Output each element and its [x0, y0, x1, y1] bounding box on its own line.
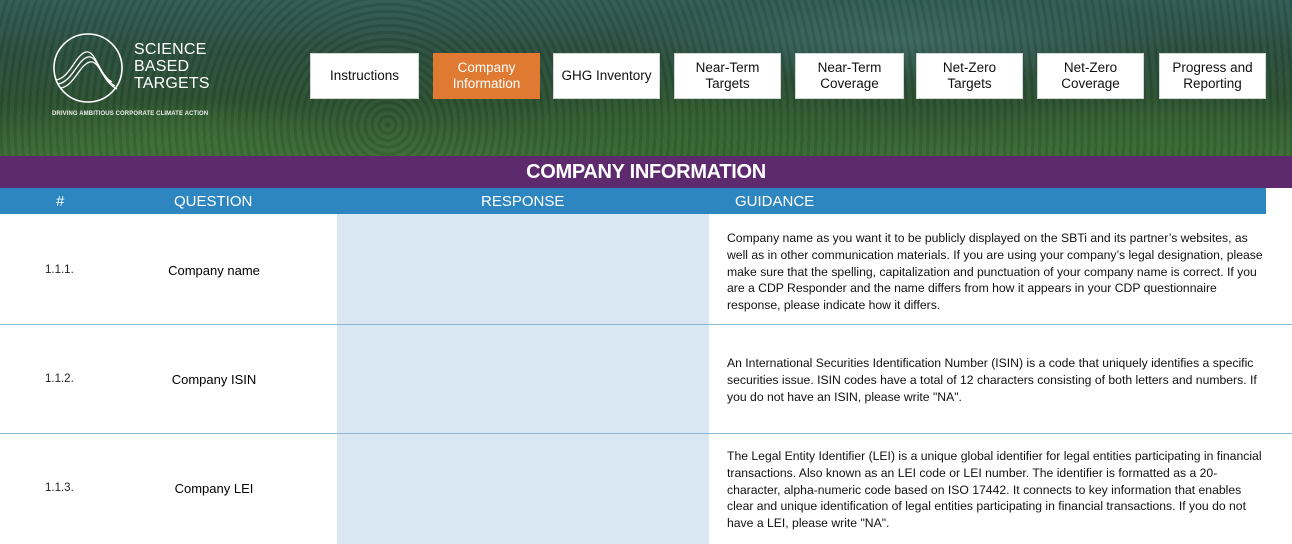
nav-near-term-targets-button[interactable]: Near-Term Targets	[674, 53, 781, 99]
column-header-response: RESPONSE	[481, 193, 565, 210]
row-guidance: The Legal Entity Identifier (LEI) is a u…	[727, 449, 1262, 531]
nav-instructions-button[interactable]: Instructions	[310, 53, 419, 99]
nav-near-term-coverage-button[interactable]: Near-Term Coverage	[795, 53, 904, 99]
row-guidance: An International Securities Identificati…	[727, 356, 1257, 404]
logo-line-2: BASED	[134, 58, 190, 75]
sbti-logo-icon	[53, 33, 123, 103]
table-row: 1.1.3. Company LEI The Legal Entity Iden…	[0, 434, 1292, 544]
logo-line-3: TARGETS	[134, 75, 210, 92]
logo-wordmark: SCIENCE BASED TARGETS	[134, 41, 210, 92]
nav-ghg-inventory-button[interactable]: GHG Inventory	[553, 53, 660, 99]
logo-tagline: DRIVING AMBITIOUS CORPORATE CLIMATE ACTI…	[52, 111, 209, 117]
nav-net-zero-coverage-button[interactable]: Net-Zero Coverage	[1037, 53, 1144, 99]
row-question: Company name	[168, 263, 260, 278]
logo-line-1: SCIENCE	[134, 41, 207, 58]
header-banner: SCIENCE BASED TARGETS DRIVING AMBITIOUS …	[0, 0, 1292, 156]
nav-net-zero-targets-button[interactable]: Net-Zero Targets	[916, 53, 1023, 99]
column-header-guidance: GUIDANCE	[735, 193, 815, 210]
response-cell[interactable]	[337, 434, 709, 544]
table-row: 1.1.1. Company name Company name as you …	[0, 214, 1292, 325]
response-cell[interactable]	[337, 214, 709, 324]
column-header-bar: # QUESTION RESPONSE GUIDANCE	[0, 188, 1266, 214]
nav-progress-and-reporting-button[interactable]: Progress and Reporting	[1159, 53, 1266, 99]
sbti-logo[interactable]: SCIENCE BASED TARGETS DRIVING AMBITIOUS …	[52, 32, 222, 122]
row-number: 1.1.2.	[45, 373, 74, 385]
row-number: 1.1.1.	[45, 264, 74, 276]
response-cell[interactable]	[337, 325, 709, 433]
table-row: 1.1.2. Company ISIN An International Sec…	[0, 325, 1292, 434]
row-question: Company ISIN	[171, 372, 257, 387]
column-header-question: QUESTION	[174, 193, 253, 210]
nav-company-information-button[interactable]: Company Information	[433, 53, 540, 99]
row-question: Company LEI	[174, 481, 254, 496]
section-title: COMPANY INFORMATION	[0, 156, 1292, 188]
row-number: 1.1.3.	[45, 482, 74, 494]
row-guidance: Company name as you want it to be public…	[727, 231, 1263, 313]
column-header-num: #	[56, 193, 65, 210]
